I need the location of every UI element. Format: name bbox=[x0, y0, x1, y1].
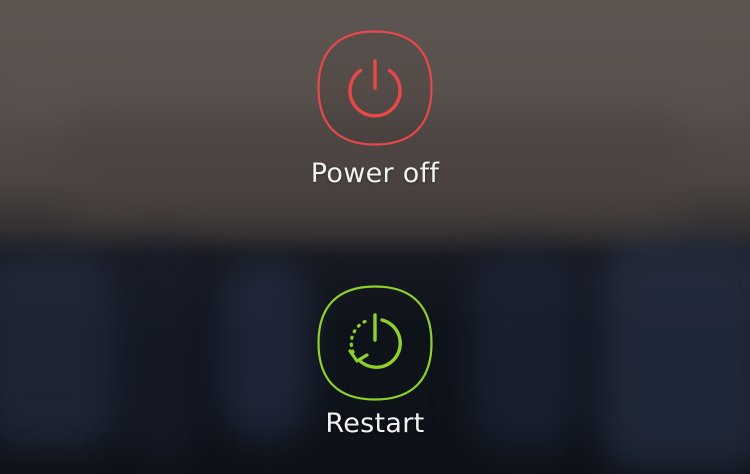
power-icon bbox=[317, 30, 433, 146]
restart-button[interactable] bbox=[317, 285, 433, 401]
power-off-label: Power off bbox=[310, 158, 440, 189]
restart-label: Restart bbox=[325, 408, 425, 439]
power-off-button[interactable] bbox=[317, 30, 433, 146]
power-off-option[interactable]: Power off bbox=[0, 30, 750, 189]
restart-option[interactable]: Restart bbox=[0, 285, 750, 439]
restart-icon bbox=[317, 285, 433, 401]
